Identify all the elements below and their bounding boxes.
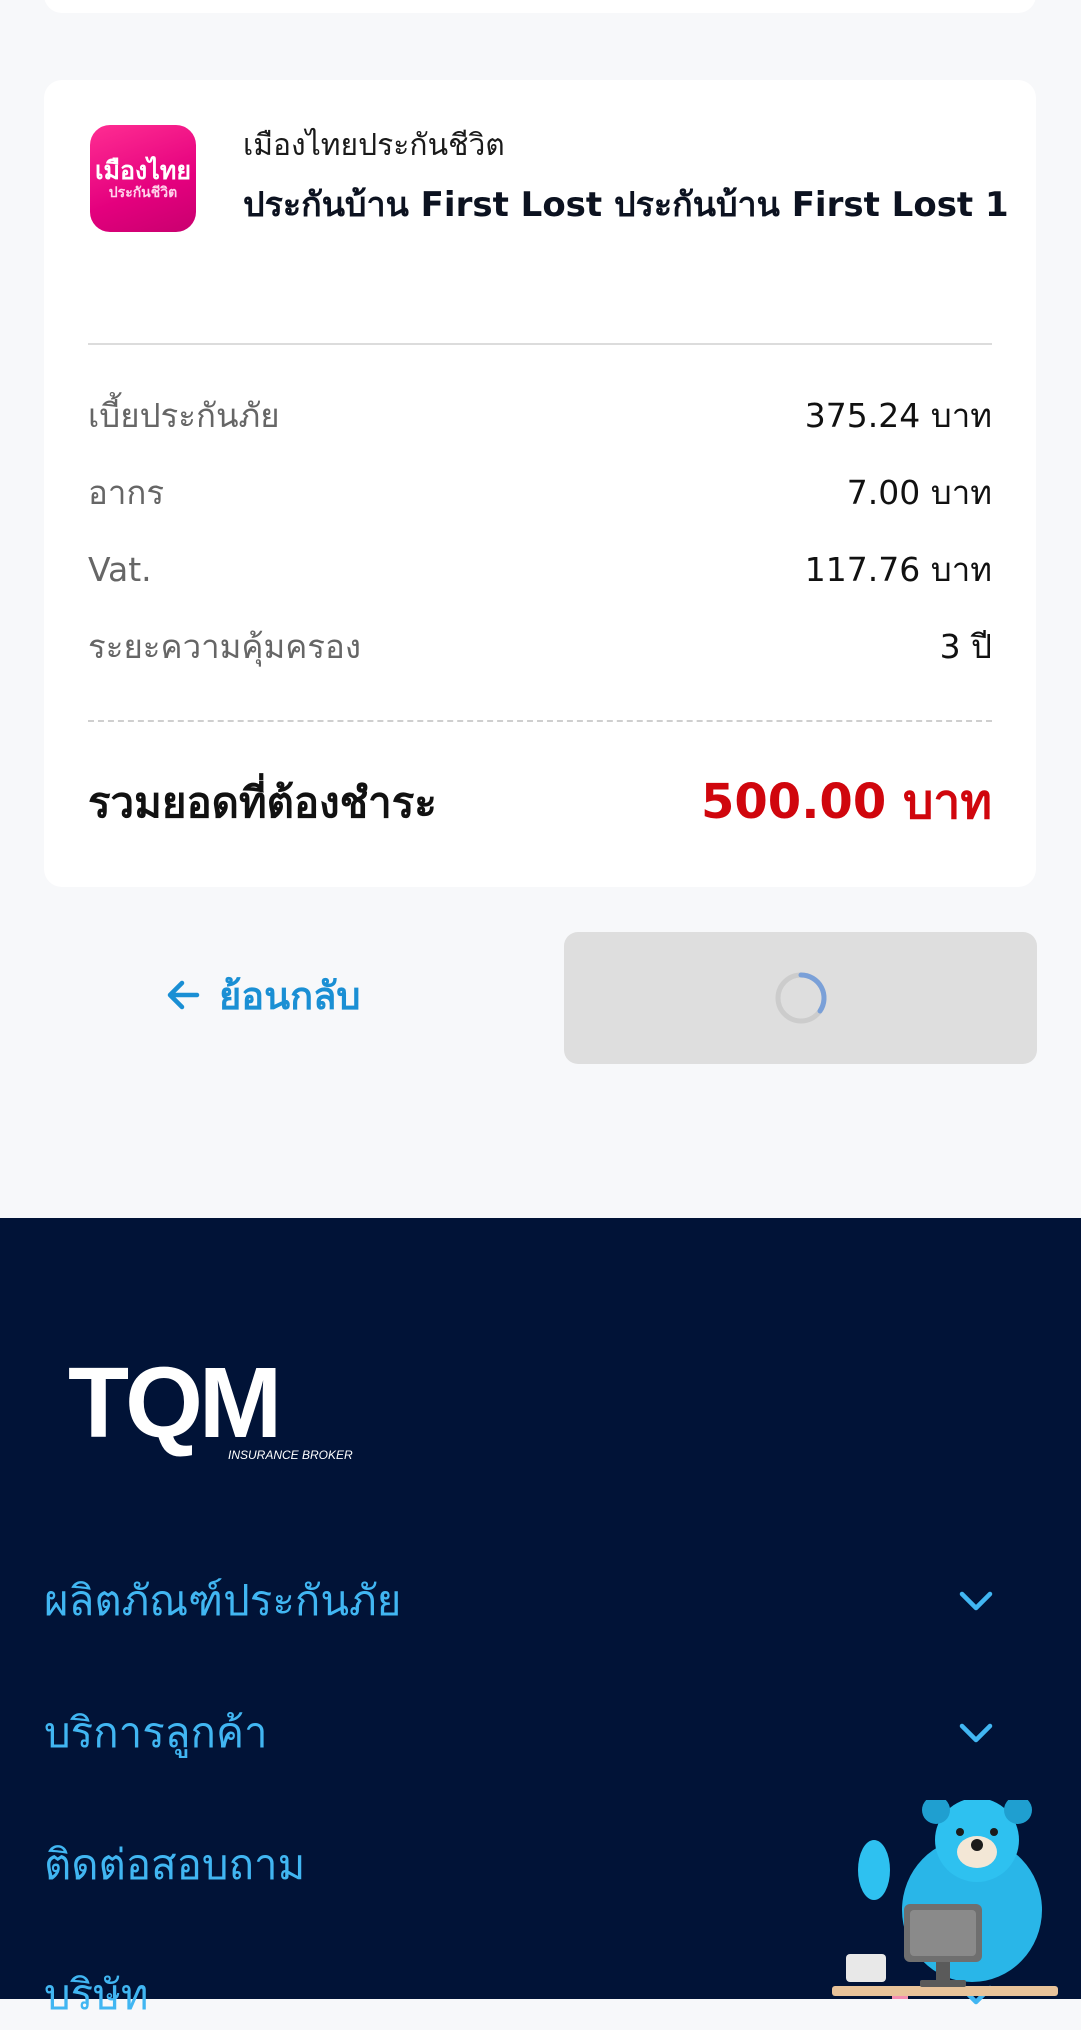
fee-value: 117.76 บาท: [804, 550, 992, 589]
fee-label: อากร: [88, 473, 165, 512]
footer-menu-products[interactable]: ผลิตภัณฑ์ประกันภัย: [44, 1566, 1034, 1636]
pay-button[interactable]: [564, 932, 1037, 1064]
fee-label: ระยะความคุ้มครอง: [88, 627, 361, 666]
chevron-down-icon: [959, 1723, 993, 1743]
insurer-logo-subtext: ประกันชีวิต: [108, 184, 178, 201]
chevron-down-icon: [959, 1591, 993, 1611]
fee-value: 7.00 บาท: [846, 473, 992, 512]
arrow-left-icon: [167, 980, 200, 1010]
total-amount: 500.00 บาท: [701, 774, 992, 830]
footer-menu-customer-service[interactable]: บริการลูกค้า: [44, 1698, 1034, 1768]
insurer-name: เมืองไทยประกันชีวิต: [243, 128, 505, 163]
mascot-bear-chat-icon[interactable]: [832, 1800, 1077, 1999]
payment-summary-card: เมืองไทย ประกันชีวิต เมืองไทยประกันชีวิต…: [44, 80, 1036, 887]
back-button-label: ย้อนกลับ: [219, 973, 361, 1018]
insurer-logo: เมืองไทย ประกันชีวิต: [90, 125, 196, 232]
fee-row-vat: Vat. 117.76 บาท: [88, 545, 992, 595]
tqm-logo-text: TQM: [68, 1353, 278, 1459]
divider: [88, 343, 992, 345]
loading-spinner-icon: [775, 972, 826, 1024]
fee-row-stamp-duty: อากร 7.00 บาท: [88, 468, 992, 518]
fee-value: 375.24 บาท: [804, 396, 992, 435]
tqm-logo[interactable]: TQM INSURANCE BROKER: [68, 1353, 368, 1463]
total-label: รวมยอดที่ต้องชำระ: [88, 778, 437, 827]
tqm-logo-subtext: INSURANCE BROKER: [228, 1448, 353, 1462]
footer-menu-label: ผลิตภัณฑ์ประกันภัย: [44, 1576, 402, 1625]
back-button[interactable]: ย้อนกลับ: [163, 965, 360, 1025]
footer-menu-label: บริการลูกค้า: [44, 1708, 268, 1757]
footer-menu-label: ติดต่อสอบถาม: [44, 1840, 306, 1889]
fee-row-coverage-period: ระยะความคุ้มครอง 3 ปี: [88, 622, 992, 672]
fee-label: เบี้ยประกันภัย: [88, 396, 280, 435]
fee-row-premium: เบี้ยประกันภัย 375.24 บาท: [88, 391, 992, 441]
dashed-divider: [88, 720, 992, 722]
fee-value: 3 ปี: [939, 627, 992, 666]
plan-name: ประกันบ้าน First Lost ประกันบ้าน First L…: [243, 185, 1009, 225]
insurer-logo-text: เมืองไทย: [95, 155, 191, 185]
previous-card: [44, 0, 1036, 13]
footer-menu-label: บริษัท: [44, 1970, 149, 2019]
fee-label: Vat.: [88, 550, 152, 589]
